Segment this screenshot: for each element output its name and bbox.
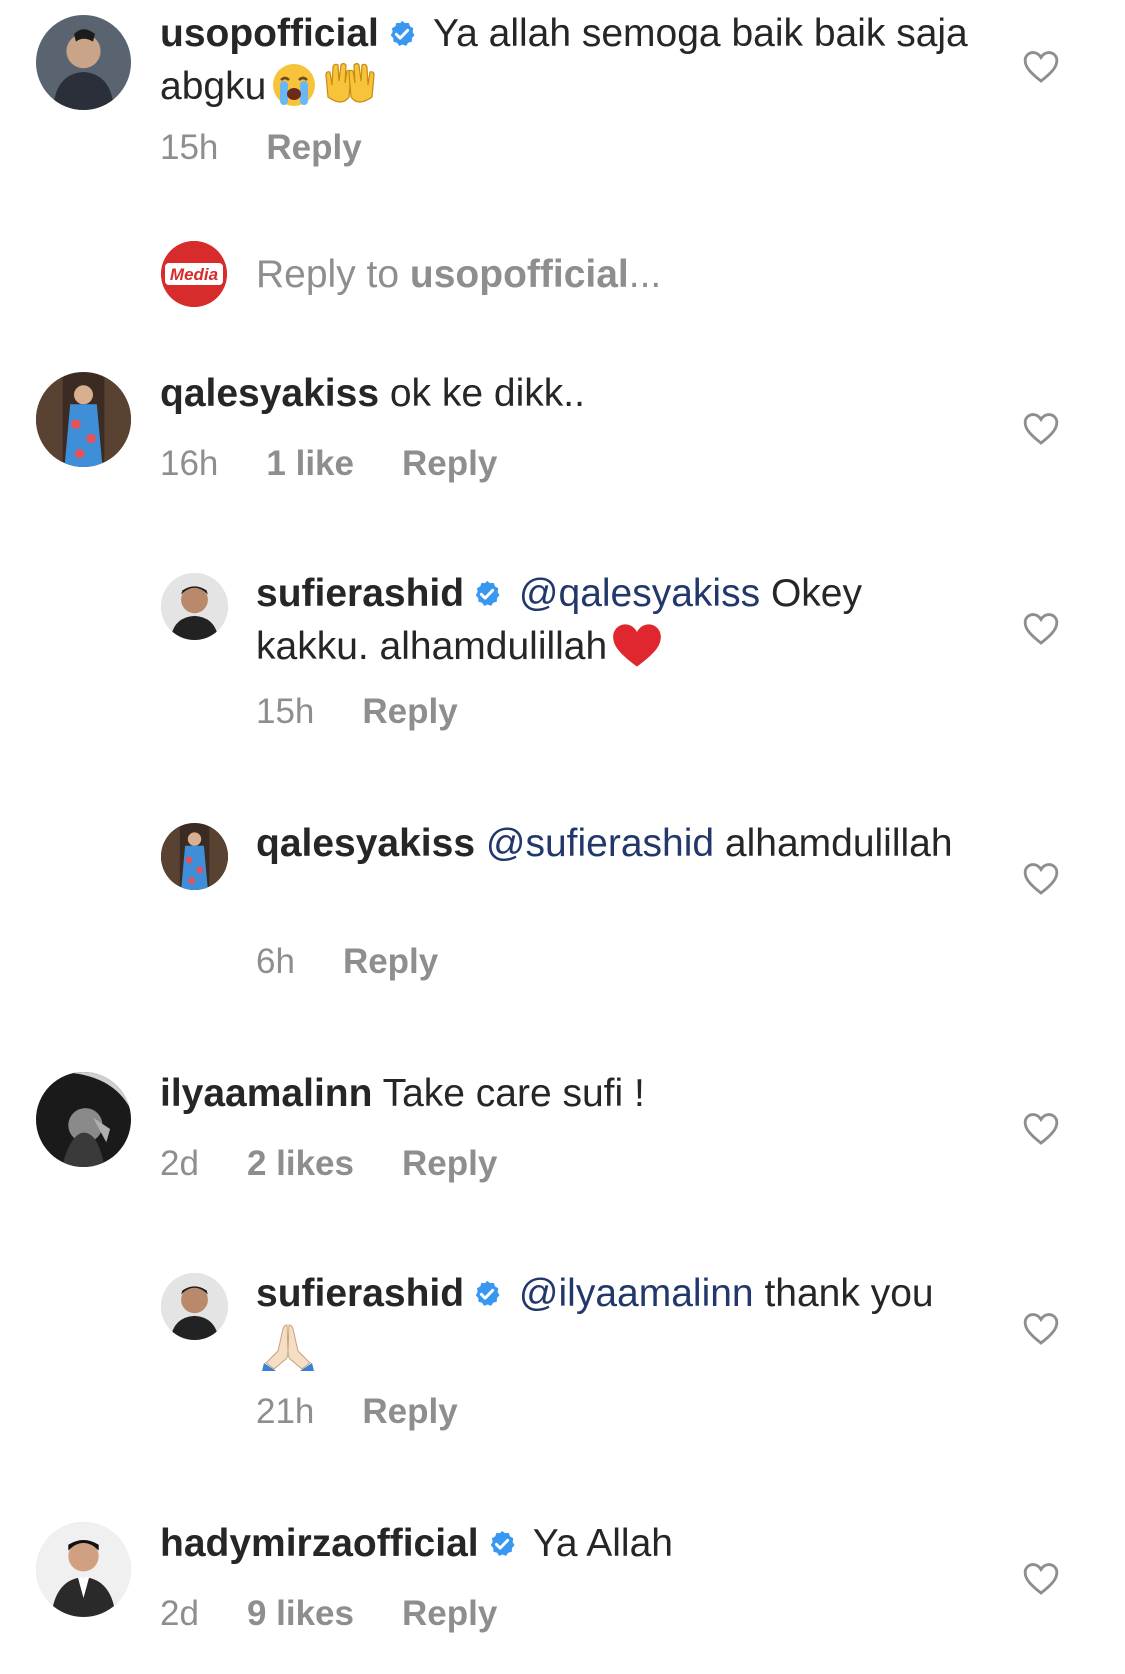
reply-button[interactable]: Reply (362, 1392, 457, 1431)
comment-body: Ya Allah (532, 1522, 673, 1565)
avatar[interactable] (36, 15, 131, 110)
heart-outline-icon[interactable] (1022, 1110, 1060, 1146)
username[interactable]: sufierashid (256, 1272, 464, 1315)
comment-meta: 2d 9 likes Reply (160, 1594, 545, 1634)
reply-button[interactable]: Reply (343, 942, 438, 981)
mention-link[interactable]: @sufierashid (486, 822, 714, 865)
comment-body: Take care sufi ! (382, 1072, 645, 1115)
mention-link[interactable]: @qalesyakiss (519, 572, 760, 615)
reply-button[interactable]: Reply (266, 128, 361, 167)
heart-outline-icon[interactable] (1022, 860, 1060, 896)
comment-text: usopofficial Ya allah semoga baik baik s… (160, 10, 980, 121)
avatar[interactable] (36, 1072, 131, 1167)
avatar: Media (161, 241, 227, 307)
comment-text: qalesyakiss ok ke dikk.. (160, 370, 980, 418)
likes-count[interactable]: 2 likes (247, 1144, 354, 1183)
timestamp: 16h (160, 444, 219, 483)
username[interactable]: qalesyakiss (256, 822, 475, 865)
comment-meta: 15h Reply (160, 128, 410, 168)
reply-button[interactable]: Reply (402, 1594, 497, 1633)
avatar[interactable] (36, 372, 131, 467)
reply-placeholder: Reply to usopofficial... (256, 251, 661, 299)
reply-button[interactable]: Reply (362, 692, 457, 731)
comment-text: sufierashid @ilyaamalinn thank you (256, 1270, 956, 1383)
raising-hands-icon (322, 61, 378, 121)
heart-outline-icon[interactable] (1022, 1310, 1060, 1346)
heart-outline-icon[interactable] (1022, 610, 1060, 646)
likes-count[interactable]: 1 like (266, 444, 354, 483)
comment-text: qalesyakiss @sufierashid alhamdulillah (256, 820, 956, 868)
timestamp: 2d (160, 1594, 199, 1633)
comment-text: ilyaamalinn Take care sufi ! (160, 1070, 980, 1118)
comment-meta: 16h 1 like Reply (160, 444, 545, 484)
folded-hands-icon (260, 1321, 316, 1383)
username[interactable]: sufierashid (256, 572, 464, 615)
timestamp: 21h (256, 1392, 315, 1431)
avatar[interactable] (161, 573, 228, 640)
timestamp: 15h (256, 692, 315, 731)
verified-badge-icon (487, 1523, 517, 1571)
red-heart-icon (611, 621, 663, 681)
heart-outline-icon[interactable] (1022, 410, 1060, 446)
verified-badge-icon (472, 573, 502, 621)
comment-meta: 6h Reply (256, 942, 486, 982)
timestamp: 15h (160, 128, 219, 167)
comment-text: sufierashid @qalesyakiss Okey kakku. alh… (256, 570, 956, 681)
reply-suffix: ... (628, 253, 662, 296)
mention-link[interactable]: @ilyaamalinn (519, 1272, 754, 1315)
loudly-crying-face-icon (270, 61, 318, 121)
avatar[interactable] (161, 823, 228, 890)
comment-text: hadymirzaofficial Ya Allah (160, 1520, 980, 1571)
heart-outline-icon[interactable] (1022, 1560, 1060, 1596)
timestamp: 2d (160, 1144, 199, 1183)
reply-to-input[interactable]: Media Reply to usopofficial... (161, 241, 1061, 309)
comment-body: ok ke dikk.. (389, 372, 585, 415)
media-logo-text: Media (170, 265, 218, 284)
reply-username: usopofficial (409, 253, 629, 296)
comment-meta: 2d 2 likes Reply (160, 1144, 545, 1184)
avatar[interactable] (161, 1273, 228, 1340)
heart-outline-icon[interactable] (1022, 48, 1060, 84)
comment-body: thank you (764, 1272, 934, 1315)
verified-badge-icon (387, 13, 417, 61)
timestamp: 6h (256, 942, 295, 981)
username[interactable]: hadymirzaofficial (160, 1522, 479, 1565)
likes-count[interactable]: 9 likes (247, 1594, 354, 1633)
username[interactable]: usopofficial (160, 12, 379, 55)
comment-body: alhamdulillah (724, 822, 953, 865)
reply-prefix: Reply to (256, 253, 410, 296)
comment-meta: 21h Reply (256, 1392, 506, 1432)
reply-button[interactable]: Reply (402, 444, 497, 483)
username[interactable]: qalesyakiss (160, 372, 379, 415)
reply-button[interactable]: Reply (402, 1144, 497, 1183)
username[interactable]: ilyaamalinn (160, 1072, 372, 1115)
avatar[interactable] (36, 1522, 131, 1617)
comment-meta: 15h Reply (256, 692, 506, 732)
verified-badge-icon (472, 1273, 502, 1321)
